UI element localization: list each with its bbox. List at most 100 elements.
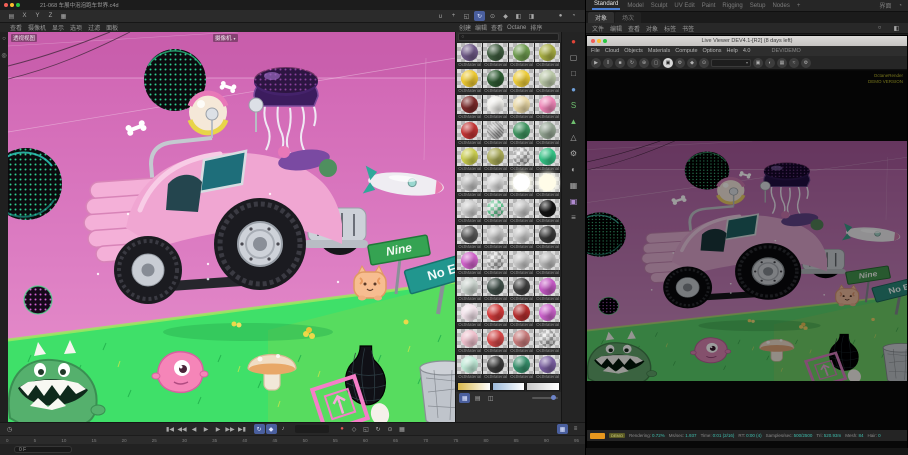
material-swatch[interactable]: OctMaterial xyxy=(535,355,560,380)
object-menu-item[interactable]: 查看 xyxy=(628,24,640,33)
material-swatch[interactable]: OctMaterial xyxy=(483,303,508,328)
frame-tick[interactable]: 55 xyxy=(333,438,338,443)
record-icon[interactable]: ● xyxy=(337,424,348,434)
account-icon[interactable]: ◔ xyxy=(898,3,902,9)
clock-icon[interactable]: ◷ xyxy=(4,424,15,434)
materials-menu-item[interactable]: 查看 xyxy=(491,23,503,32)
material-swatch[interactable]: OctMaterial xyxy=(535,277,560,302)
layout-tab[interactable]: Sculpt xyxy=(651,3,668,9)
material-strip-swatch[interactable] xyxy=(526,382,560,391)
frame-tick[interactable]: 5 xyxy=(34,438,37,443)
viewport-scene[interactable]: Nine No Ent xyxy=(587,141,907,381)
material-swatch[interactable]: OctMaterial xyxy=(483,329,508,354)
bucket[interactable] xyxy=(883,343,907,381)
frame-tick[interactable]: 80 xyxy=(484,438,489,443)
resolution-dropdown[interactable]: ▾ xyxy=(711,59,751,67)
render-view-icon[interactable]: ▤ xyxy=(6,11,17,21)
list-view-icon[interactable]: ▤ xyxy=(472,393,483,403)
gear-tool-icon[interactable]: ⚙ xyxy=(566,147,581,160)
notify-icon[interactable]: ● xyxy=(555,11,566,21)
material-swatch[interactable]: OctMaterial xyxy=(483,225,508,250)
zoom-icon[interactable] xyxy=(16,3,20,7)
material-swatch[interactable]: OctMaterial xyxy=(509,303,534,328)
material-swatch[interactable]: OctMaterial xyxy=(483,147,508,172)
frame-tick[interactable]: 95 xyxy=(574,438,579,443)
materials-menu-item[interactable]: Octane xyxy=(507,25,526,31)
material-swatch[interactable]: OctMaterial xyxy=(509,173,534,198)
material-swatch[interactable]: OctMaterial xyxy=(483,251,508,276)
object-menu-item[interactable]: 标签 xyxy=(664,24,676,33)
next-key-icon[interactable]: ▶▶ xyxy=(225,424,236,434)
material-swatch[interactable]: OctMaterial xyxy=(457,355,482,380)
rotate-icon[interactable]: ↻ xyxy=(474,11,485,21)
material-swatch[interactable]: OctMaterial xyxy=(483,355,508,380)
frame-tick[interactable]: 25 xyxy=(152,438,157,443)
material-swatch[interactable]: OctMaterial xyxy=(509,95,534,120)
bucket[interactable] xyxy=(420,361,455,422)
filter-icon[interactable]: ◧ xyxy=(891,23,902,33)
viewport-menu-item[interactable]: 摄像机 xyxy=(28,23,46,32)
frame-tick[interactable]: 85 xyxy=(514,438,519,443)
frame-tick[interactable]: 90 xyxy=(544,438,549,443)
prev-key-icon[interactable]: ◀◀ xyxy=(177,424,188,434)
material-swatch[interactable]: OctMaterial xyxy=(535,173,560,198)
frame-tick[interactable]: 75 xyxy=(453,438,458,443)
material-strip-swatch[interactable] xyxy=(492,382,526,391)
live-viewer-menu-item[interactable]: 4.0 xyxy=(743,48,751,54)
material-swatch[interactable]: OctMaterial xyxy=(535,43,560,68)
material-swatch[interactable]: OctMaterial xyxy=(483,173,508,198)
render-viewport[interactable]: OctaneRenderDEMO VERSION xyxy=(587,71,907,430)
material-swatch[interactable]: OctMaterial xyxy=(457,251,482,276)
material-swatch[interactable]: OctMaterial xyxy=(457,173,482,198)
add-layout-button[interactable]: + xyxy=(797,3,801,9)
layout-tab[interactable]: Paint xyxy=(702,3,716,9)
frame-tick[interactable]: 45 xyxy=(272,438,277,443)
materials-menu-item[interactable]: 创建 xyxy=(459,23,471,32)
move-icon[interactable]: + xyxy=(448,11,459,21)
layout-tab[interactable]: Setup xyxy=(750,3,766,9)
frame-tick[interactable]: 60 xyxy=(363,438,368,443)
scale-icon[interactable]: ◱ xyxy=(461,11,472,21)
material-swatch[interactable]: OctMaterial xyxy=(483,95,508,120)
material-swatch[interactable]: OctMaterial xyxy=(509,329,534,354)
materials-menu-item[interactable]: 排序 xyxy=(530,23,542,32)
grid-snap-icon[interactable]: ▦ xyxy=(58,11,69,21)
material-swatch[interactable]: OctMaterial xyxy=(509,121,534,146)
frame-tick[interactable]: 35 xyxy=(212,438,217,443)
cube-tool-icon[interactable]: □ xyxy=(566,67,581,80)
material-swatch[interactable]: OctMaterial xyxy=(457,303,482,328)
options-icon[interactable]: ≡ xyxy=(570,424,581,434)
live-viewer-menu-item[interactable]: Cloud xyxy=(605,48,619,54)
select-tool-icon[interactable]: ▢ xyxy=(566,51,581,64)
sphere-tool-icon[interactable]: ● xyxy=(566,83,581,96)
material-swatch[interactable]: OctMaterial xyxy=(457,43,482,68)
minimize-icon[interactable] xyxy=(10,3,14,7)
live-viewer-menu-item[interactable]: Compute xyxy=(675,48,697,54)
search-icon[interactable]: ○ xyxy=(874,23,885,33)
spline-tool-icon[interactable]: S xyxy=(566,99,581,112)
light-tool-icon[interactable]: △ xyxy=(566,131,581,144)
material-swatch[interactable]: OctMaterial xyxy=(535,199,560,224)
axis-z-icon[interactable]: Z xyxy=(45,11,56,21)
frame-tick[interactable]: 65 xyxy=(393,438,398,443)
materials-menu-item[interactable]: 编辑 xyxy=(475,23,487,32)
grid-tool-icon[interactable]: ▦ xyxy=(566,179,581,192)
viewport-menu-item[interactable]: 选项 xyxy=(70,23,82,32)
live-viewer-menu-item[interactable]: File xyxy=(591,48,600,54)
go-start-icon[interactable]: ▮◀ xyxy=(165,424,176,434)
material-swatch[interactable]: OctMaterial xyxy=(509,69,534,94)
left-titlebar[interactable]: 21-068 车展中泡泡跑车世界.c4d xyxy=(0,0,585,10)
viewport-menu-item[interactable]: 过滤 xyxy=(88,23,100,32)
tile-view-icon[interactable]: ◫ xyxy=(485,393,496,403)
live-viewer-menu-item[interactable]: Options xyxy=(703,48,722,54)
material-swatch[interactable]: OctMaterial xyxy=(457,95,482,120)
material-swatch[interactable]: OctMaterial xyxy=(483,69,508,94)
object-menu-item[interactable]: 书签 xyxy=(682,24,694,33)
viewport-scene[interactable]: Nine No Ent xyxy=(8,32,455,422)
octane-badge-icon[interactable]: ● xyxy=(566,35,581,48)
next-frame-icon[interactable]: ▶ xyxy=(213,424,224,434)
object-menu-item[interactable]: 对象 xyxy=(646,24,658,33)
material-tool-icon[interactable]: ◐ xyxy=(566,163,581,176)
scale-key-icon[interactable]: ◱ xyxy=(361,424,372,434)
material-swatch[interactable]: OctMaterial xyxy=(535,329,560,354)
